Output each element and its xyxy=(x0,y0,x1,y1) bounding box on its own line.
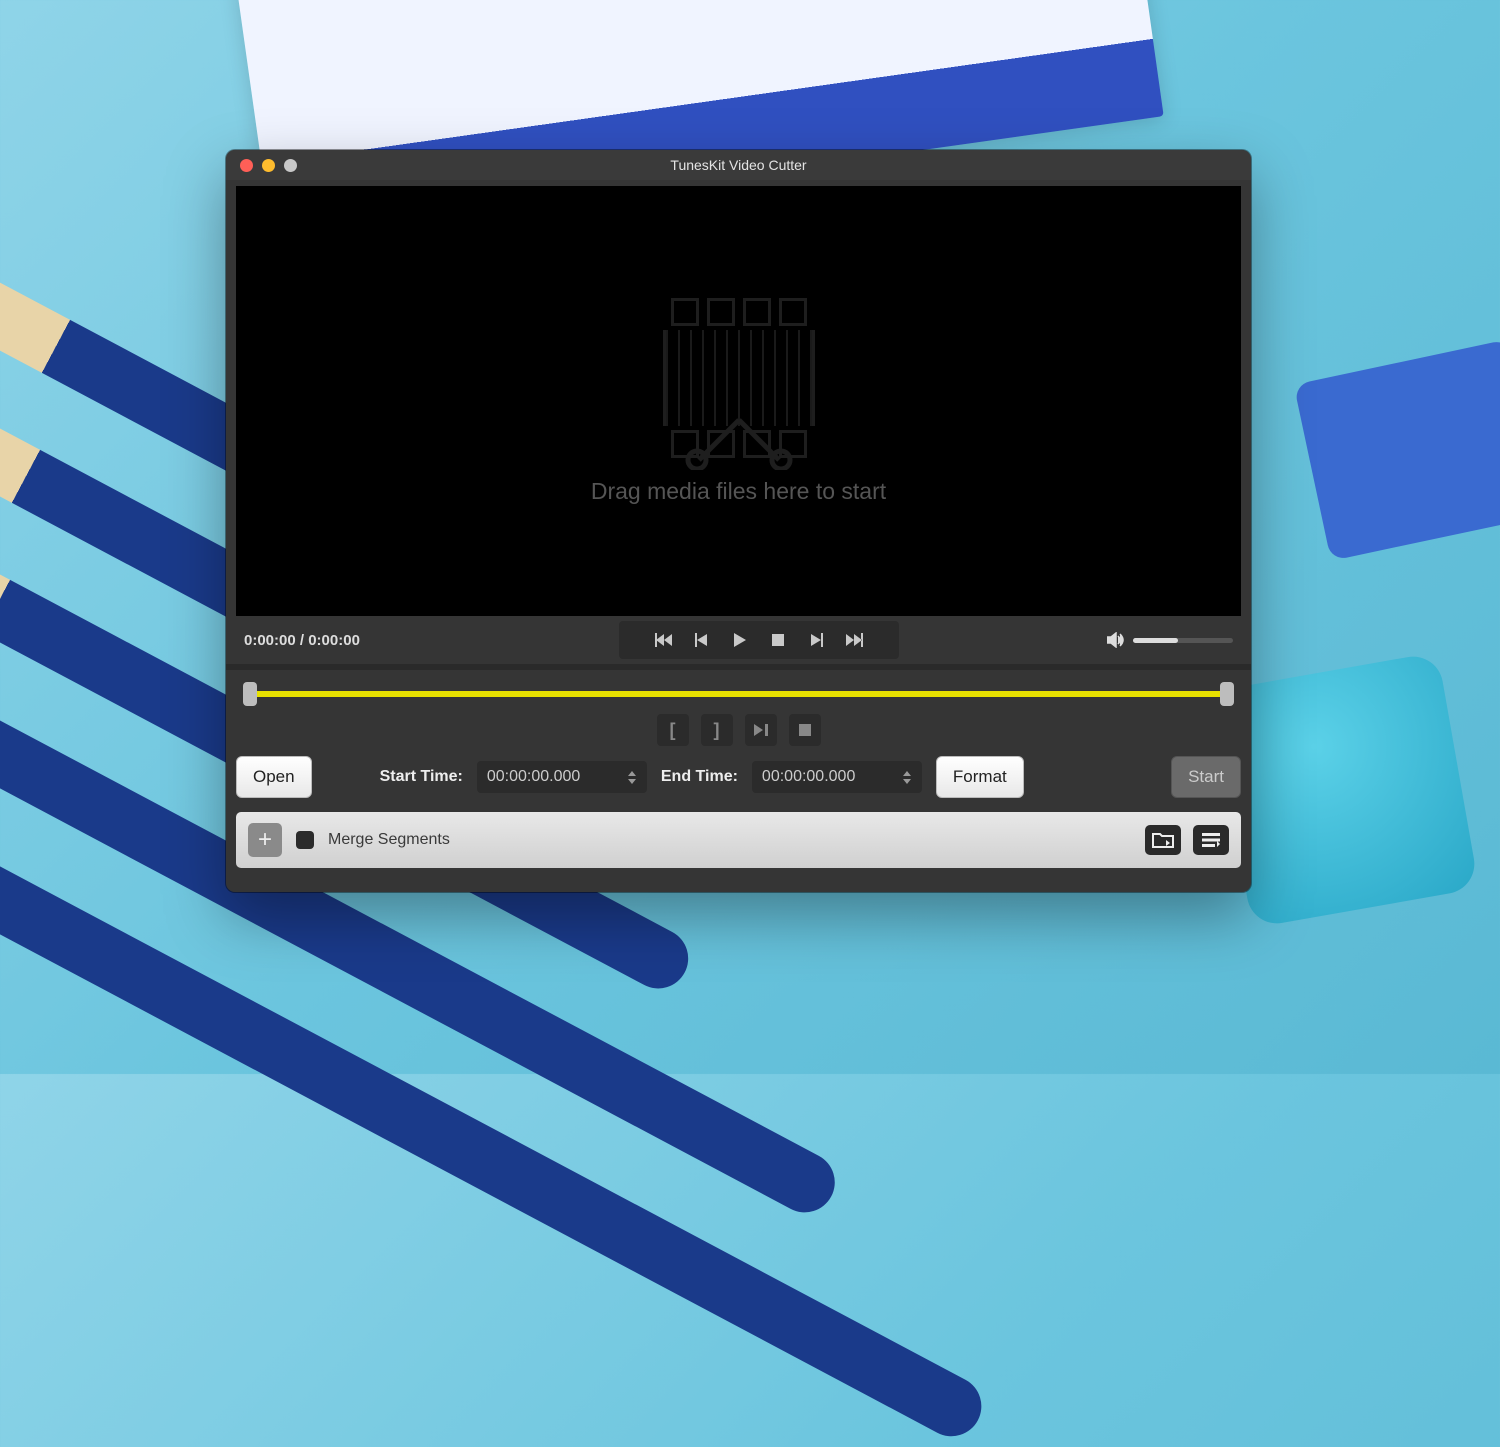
app-window: TunesKit Video Cutter Drag media files h… xyxy=(226,150,1251,892)
add-segment-button[interactable]: + xyxy=(248,823,282,857)
window-title: TunesKit Video Cutter xyxy=(226,157,1251,173)
playback-controls xyxy=(619,621,899,659)
volume-icon[interactable] xyxy=(1107,632,1125,648)
start-time-label: Start Time: xyxy=(380,768,463,786)
mark-out-icon[interactable]: ] xyxy=(701,714,733,746)
list-icon xyxy=(1201,832,1221,848)
segment-list-button[interactable] xyxy=(1193,825,1229,855)
mark-in-icon[interactable]: [ xyxy=(657,714,689,746)
minimize-icon[interactable] xyxy=(262,159,275,172)
titlebar: TunesKit Video Cutter xyxy=(226,150,1251,180)
trim-handle-end[interactable] xyxy=(1220,682,1234,706)
merge-segments-checkbox[interactable] xyxy=(296,831,314,849)
preview-play-icon[interactable] xyxy=(745,714,777,746)
output-folder-button[interactable] xyxy=(1145,825,1181,855)
end-time-stepper[interactable] xyxy=(902,770,912,785)
step-forward-icon[interactable] xyxy=(798,625,834,655)
video-preview-dropzone[interactable]: Drag media files here to start xyxy=(236,186,1241,616)
close-icon[interactable] xyxy=(240,159,253,172)
edit-section: [ ] Open Start Time: 00:00:00.000 End Ti… xyxy=(226,670,1251,812)
plus-icon: + xyxy=(258,826,272,854)
playback-bar: 0:00:00 / 0:00:00 xyxy=(236,616,1241,664)
step-back-icon[interactable] xyxy=(684,625,720,655)
start-time-input[interactable]: 00:00:00.000 xyxy=(477,761,647,793)
merge-segments-label: Merge Segments xyxy=(328,831,450,849)
start-time-stepper[interactable] xyxy=(627,770,637,785)
skip-back-icon[interactable] xyxy=(646,625,682,655)
trim-range-slider[interactable] xyxy=(250,686,1227,702)
preview-stop-icon[interactable] xyxy=(789,714,821,746)
bottom-bar: + Merge Segments xyxy=(236,812,1241,868)
play-icon[interactable] xyxy=(722,625,758,655)
timecode: 0:00:00 / 0:00:00 xyxy=(236,632,436,649)
volume-control xyxy=(1081,632,1241,648)
film-cut-icon xyxy=(649,298,829,458)
end-time-label: End Time: xyxy=(661,768,738,786)
volume-slider[interactable] xyxy=(1133,638,1233,643)
dropzone-text: Drag media files here to start xyxy=(591,478,886,505)
open-button[interactable]: Open xyxy=(236,756,312,798)
skip-forward-icon[interactable] xyxy=(836,625,872,655)
trim-handle-start[interactable] xyxy=(243,682,257,706)
stop-icon[interactable] xyxy=(760,625,796,655)
format-button[interactable]: Format xyxy=(936,756,1024,798)
maximize-icon[interactable] xyxy=(284,159,297,172)
end-time-input[interactable]: 00:00:00.000 xyxy=(752,761,922,793)
start-button[interactable]: Start xyxy=(1171,756,1241,798)
folder-icon xyxy=(1152,831,1174,849)
